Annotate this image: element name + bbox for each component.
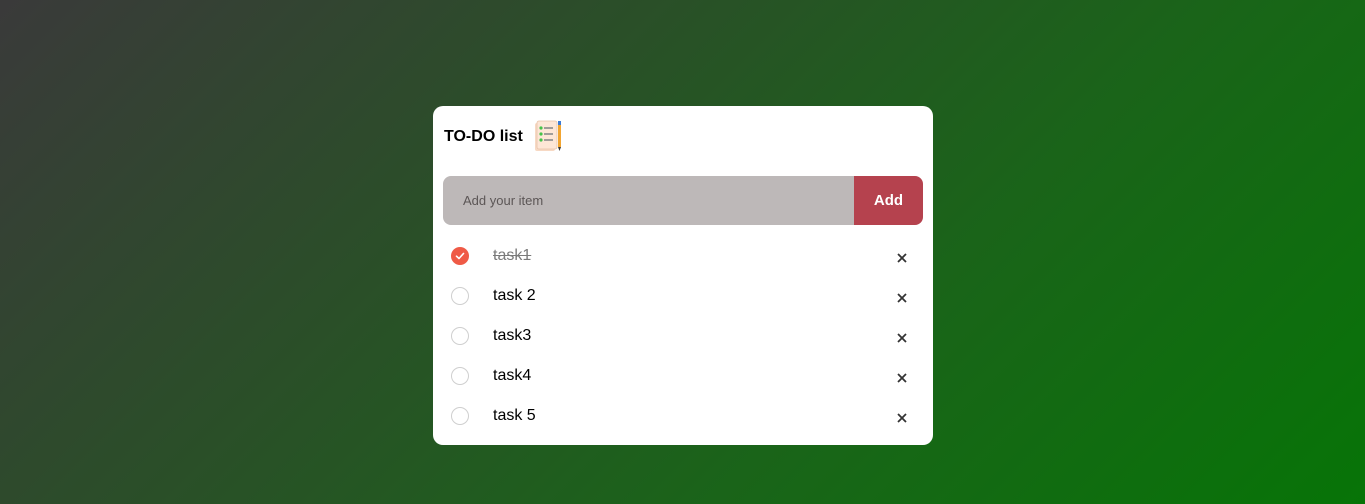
unchecked-checkbox[interactable]: [451, 327, 469, 345]
checked-checkbox[interactable]: [451, 247, 469, 265]
list-item[interactable]: task1: [433, 236, 933, 276]
app-title: TO-DO list: [444, 128, 523, 145]
list-item[interactable]: task 5: [433, 396, 933, 436]
list-item[interactable]: task4: [433, 356, 933, 396]
task-label: task4: [493, 367, 532, 384]
delete-task-button[interactable]: [893, 249, 911, 267]
close-icon: [897, 413, 907, 423]
close-icon: [897, 373, 907, 383]
task-label: task 2: [493, 287, 536, 304]
add-button[interactable]: Add: [854, 176, 923, 225]
delete-task-button[interactable]: [893, 329, 911, 347]
list-item[interactable]: task 2: [433, 276, 933, 316]
add-item-row: Add: [443, 176, 923, 225]
unchecked-checkbox[interactable]: [451, 287, 469, 305]
delete-task-button[interactable]: [893, 409, 911, 427]
delete-task-button[interactable]: [893, 369, 911, 387]
checkmark-icon: [455, 252, 465, 260]
task-list: task1 task 2 task3 task4 task 5: [433, 236, 933, 436]
list-item[interactable]: task3: [433, 316, 933, 356]
task-input[interactable]: [443, 176, 854, 225]
delete-task-button[interactable]: [893, 289, 911, 307]
unchecked-checkbox[interactable]: [451, 367, 469, 385]
notepad-checklist-icon: [534, 120, 561, 151]
header: TO-DO list: [444, 120, 563, 154]
task-label: task 5: [493, 407, 536, 424]
close-icon: [897, 253, 907, 263]
task-label: task3: [493, 327, 532, 344]
unchecked-checkbox[interactable]: [451, 407, 469, 425]
close-icon: [897, 293, 907, 303]
todo-card: TO-DO list Add task1: [433, 106, 933, 445]
task-label: task1: [493, 247, 532, 264]
close-icon: [897, 333, 907, 343]
